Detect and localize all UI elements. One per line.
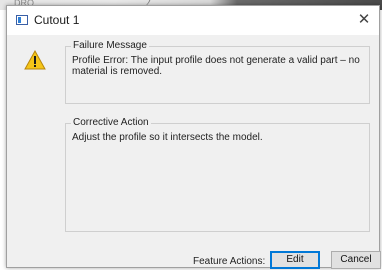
screen: DRO Cutout 1 ✕ Failure Message Profile E… <box>0 0 382 270</box>
feature-actions-label: Feature Actions: <box>193 256 266 267</box>
app-window-icon <box>16 15 28 25</box>
failure-message-group: Failure Message Profile Error: The input… <box>65 40 370 104</box>
corrective-action-group: Corrective Action Adjust the profile so … <box>65 117 370 232</box>
dialog-title: Cutout 1 <box>34 13 80 27</box>
close-button[interactable]: ✕ <box>353 9 375 31</box>
edit-button[interactable]: Edit <box>270 251 320 269</box>
failure-message-heading: Failure Message <box>71 40 149 51</box>
cancel-button[interactable]: Cancel <box>331 251 381 269</box>
feature-error-dialog: Cutout 1 ✕ Failure Message Profile Error… <box>6 5 381 269</box>
corrective-action-text: Adjust the profile so it intersects the … <box>72 132 263 143</box>
dialog-titlebar[interactable]: Cutout 1 ✕ <box>7 6 379 35</box>
corrective-action-heading: Corrective Action <box>71 117 151 128</box>
failure-message-text: Profile Error: The input profile does no… <box>72 55 360 77</box>
warning-icon <box>24 50 46 70</box>
